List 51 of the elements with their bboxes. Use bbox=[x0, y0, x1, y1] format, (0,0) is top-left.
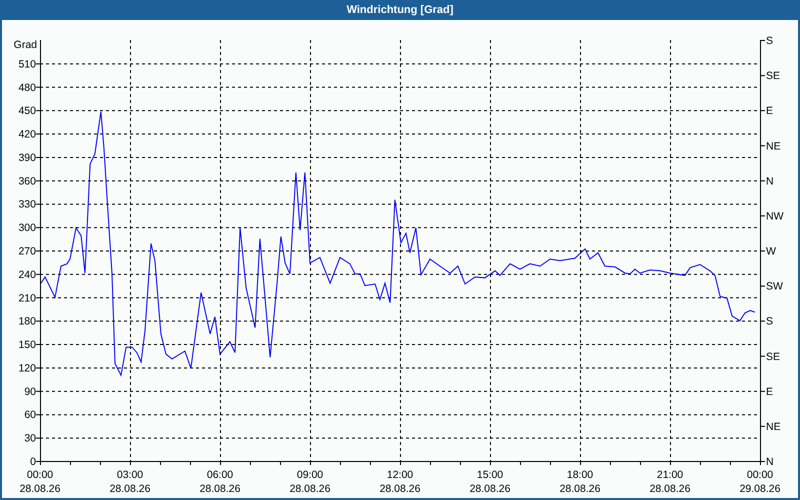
compass-tick-label: SE bbox=[766, 70, 780, 82]
y-tick-label: 60 bbox=[24, 409, 36, 422]
y-tick-label: 240 bbox=[18, 268, 36, 281]
y-tick-label: 90 bbox=[24, 386, 36, 398]
y-tick-label: 150 bbox=[18, 339, 36, 352]
y-tick-label: 210 bbox=[18, 292, 36, 304]
x-tick-date-label: 28.08.26 bbox=[650, 483, 690, 495]
y-tick-label: 270 bbox=[18, 246, 36, 258]
y-tick-label: 300 bbox=[18, 222, 36, 234]
x-tick-time-label: 21:00 bbox=[656, 469, 684, 481]
y-tick-label: 120 bbox=[18, 362, 36, 374]
x-tick-time-label: 12:00 bbox=[386, 469, 414, 481]
compass-tick-label: N bbox=[766, 175, 774, 188]
compass-tick-label: NE bbox=[766, 140, 781, 152]
y-tick-label: 510 bbox=[18, 58, 36, 70]
y-tick-label: 30 bbox=[24, 432, 36, 445]
y-tick-label: 390 bbox=[18, 152, 36, 164]
x-tick-time-label: 00:00 bbox=[746, 469, 774, 481]
x-tick-date-label: 28.08.26 bbox=[290, 483, 330, 495]
y-tick-label: 360 bbox=[18, 175, 36, 188]
compass-tick-label: W bbox=[766, 246, 776, 258]
x-tick-time-label: 00:00 bbox=[26, 469, 54, 481]
compass-tick-label: N bbox=[766, 456, 774, 468]
window-title: Windrichtung [Grad] bbox=[346, 4, 454, 16]
compass-tick-label: E bbox=[766, 105, 774, 118]
x-tick-date-label: 28.08.26 bbox=[380, 483, 420, 495]
compass-tick-label: SW bbox=[766, 280, 783, 293]
y-axis-label: Grad bbox=[14, 39, 37, 51]
compass-tick-label: NW bbox=[766, 210, 784, 222]
compass-tick-label: NE bbox=[766, 420, 781, 433]
x-tick-time-label: 06:00 bbox=[206, 469, 234, 481]
y-tick-label: 420 bbox=[18, 128, 36, 141]
y-tick-label: 0 bbox=[30, 456, 36, 468]
compass-tick-label: S bbox=[766, 316, 774, 328]
x-tick-date-label: 28.08.26 bbox=[470, 483, 510, 495]
x-tick-time-label: 03:00 bbox=[116, 469, 144, 481]
y-tick-label: 330 bbox=[18, 198, 36, 211]
x-tick-date-label: 28.08.26 bbox=[110, 483, 150, 495]
y-tick-label: 450 bbox=[18, 105, 36, 118]
compass-tick-label: E bbox=[766, 386, 774, 398]
x-tick-time-label: 09:00 bbox=[296, 469, 324, 481]
y-tick-label: 480 bbox=[18, 82, 36, 94]
x-tick-date-label: 28.08.26 bbox=[20, 483, 60, 495]
x-tick-time-label: 18:00 bbox=[566, 469, 594, 481]
x-tick-date-label: 28.08.26 bbox=[560, 483, 600, 495]
y-tick-label: 180 bbox=[18, 316, 36, 328]
x-tick-date-label: 28.08.26 bbox=[200, 483, 240, 495]
compass-tick-label: S bbox=[766, 35, 774, 47]
x-tick-date-label: 29.08.26 bbox=[740, 483, 780, 495]
compass-tick-label: SE bbox=[766, 350, 780, 363]
x-tick-time-label: 15:00 bbox=[476, 469, 504, 481]
